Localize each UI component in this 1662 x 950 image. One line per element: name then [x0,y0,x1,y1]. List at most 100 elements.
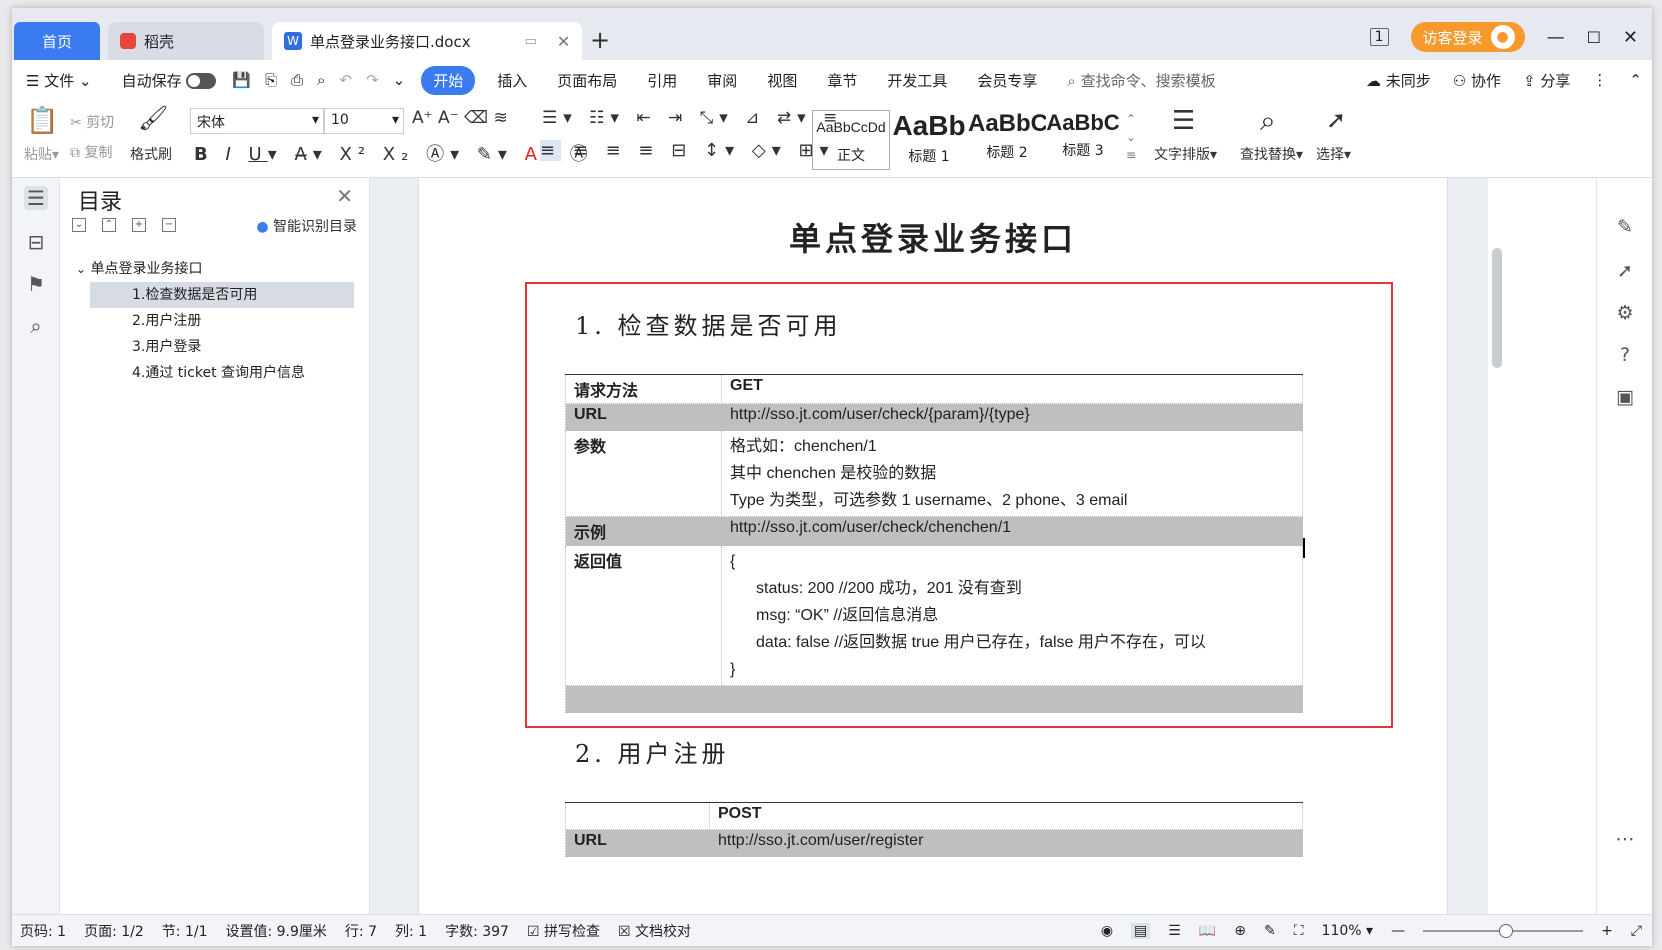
return-line: } [730,661,736,678]
tab-daoke[interactable]: 稻壳 [108,22,264,60]
menu-developer[interactable]: 开发工具 [887,70,947,91]
find-replace-button[interactable]: 查找替换▾ [1240,144,1303,164]
menu-page-layout[interactable]: 页面布局 [557,70,617,91]
zoom-out-icon[interactable]: — [1391,923,1405,939]
status-section: 节: 1/1 [161,923,208,940]
edit-pen-icon[interactable]: ✎ [1613,216,1637,238]
undo-icon[interactable]: ↶ [340,71,353,89]
format-painter-button[interactable]: 格式刷 [130,144,172,164]
select-button[interactable]: 选择▾ [1316,144,1351,164]
menu-start[interactable]: 开始 [421,65,476,95]
text-layout-icon[interactable]: ☰ [1172,106,1195,136]
command-search[interactable]: ⌕ 查找命令、搜索模板 [1067,70,1215,91]
toc-item-1[interactable]: 1.检查数据是否可用 [90,282,354,308]
workspace-icon[interactable]: 1 [1369,28,1389,46]
image-tool-icon[interactable]: ▣ [1613,386,1637,408]
paste-button[interactable]: 粘贴▾ [24,144,59,164]
autosave-toggle[interactable]: 自动保存 [122,70,217,91]
menu-chapter[interactable]: 章节 [827,70,857,91]
file-menu[interactable]: ☰ 文件 ⌄ [26,70,92,91]
zoom-slider[interactable] [1423,924,1584,938]
grow-font-icon[interactable]: A⁺ A⁻ ⌫ ≋ [412,108,508,128]
toc-item-2[interactable]: 2.用户注册 [90,308,361,334]
text-layout-button[interactable]: 文字排版▾ [1154,144,1217,164]
zoom-in-icon[interactable]: + [1601,923,1613,939]
smart-toc-button[interactable]: ● 智能识别目录 [256,216,357,236]
redo-icon[interactable]: ↷ [366,71,379,89]
toc-root-item[interactable]: ⌄ 单点登录业务接口 [72,256,361,282]
zoom-select[interactable]: 110% ▾ [1322,923,1374,939]
style-heading-1[interactable]: AaBb 标题 1 [890,110,968,170]
remove-level-icon[interactable]: − [162,218,176,232]
select-cursor-icon[interactable]: ➚ [1326,106,1346,134]
font-format-icons[interactable]: B I U▾ A̶▾ X² X₂ Ⓐ▾ ✎▾ A▾ Ⓐ [194,140,594,166]
new-tab-button[interactable]: + [590,26,610,54]
minimize-icon[interactable]: — [1547,27,1565,48]
zoom-slider-knob[interactable] [1499,924,1514,938]
collapse-all-icon[interactable]: ⌄ [72,218,86,232]
settings-sliders-icon[interactable]: ⚙ [1613,302,1637,324]
guest-login-button[interactable]: 访客登录 ● [1410,22,1525,52]
paragraph-icons-top[interactable]: ☰▾ ☷▾ ⇤ ⇥ ⤡▾ ⊿ ⇄▾ ≡ [542,108,843,128]
cut-button[interactable]: ✂ 剪切 [70,112,114,132]
print-icon[interactable]: ⎙ [291,71,303,89]
nav-pane-icon[interactable]: ⊟ [24,230,48,254]
maximize-icon[interactable]: ☐ [1587,28,1601,47]
style-normal[interactable]: AaBbCcDd 正文 [812,110,890,170]
share-button[interactable]: ⇪ 分享 [1523,70,1570,91]
more-tools-icon[interactable]: ⋯ [1613,828,1637,850]
proofread-button[interactable]: ☒ 文档校对 [618,921,691,941]
web-view-icon[interactable]: ⊕ [1234,923,1246,939]
menu-review[interactable]: 审阅 [707,70,737,91]
pen-view-icon[interactable]: ✎ [1264,923,1276,939]
status-words[interactable]: 字数: 397 [445,921,509,941]
font-size-select[interactable]: 10 ▾ [324,108,404,134]
font-name-select[interactable]: 宋体 ▾ [190,108,324,134]
fullscreen-icon[interactable]: ⤢ [1631,923,1642,939]
style-heading-3[interactable]: AaBbC 标题 3 [1044,110,1122,170]
preview-icon[interactable]: ⌕ [317,71,325,89]
more-icon[interactable]: ⋮ [1592,71,1607,89]
add-level-icon[interactable]: + [132,218,146,232]
paragraph-icons-bottom[interactable]: ≡ ≡ ≡ ≡ ⊟ ↕▾ ◇▾ ⊞▾ [540,140,835,161]
toc-close-icon[interactable]: ✕ [336,184,353,208]
toc-item-3[interactable]: 3.用户登录 [90,334,361,360]
scroll-thumb[interactable] [1492,248,1502,368]
tab-close-icon[interactable]: ✕ [557,32,570,51]
collapse-ribbon-icon[interactable]: ⌃ [1629,71,1642,89]
spell-check-button[interactable]: ☑ 拼写检查 [527,921,600,941]
tab-document[interactable]: W 单点登录业务接口.docx ▭ ✕ [272,22,582,60]
format-painter-icon[interactable]: 🖌 [138,104,168,132]
menu-view[interactable]: 视图 [767,70,797,91]
menu-member[interactable]: 会员专享 [977,70,1037,91]
more-quick-icon[interactable]: ⌄ [393,71,406,89]
sync-button[interactable]: ☁ 未同步 [1366,70,1431,91]
document-page[interactable]: 单点登录业务接口 1. 检查数据是否可用 请求方法 GET URL http:/… [418,178,1448,914]
page-view-icon[interactable]: ▤ [1131,923,1151,939]
format-icon[interactable]: ⎘ [265,71,277,89]
style-heading-2[interactable]: AaBbC 标题 2 [968,110,1046,170]
expand-up-icon[interactable]: ⌃ [102,218,116,232]
toc-item-4[interactable]: 4.通过 ticket 查询用户信息 [90,360,361,386]
reading-view-icon[interactable]: 📖 [1199,923,1216,939]
tab-pin-icon[interactable]: ▭ [525,34,537,49]
find-icon[interactable]: ⌕ [1260,104,1276,138]
collab-button[interactable]: ⚇ 协作 [1453,70,1501,91]
menu-reference[interactable]: 引用 [647,70,677,91]
menu-insert[interactable]: 插入 [497,70,527,91]
tab-home[interactable]: 首页 [14,22,100,60]
save-icon[interactable]: 💾 [232,71,251,89]
help-icon[interactable]: ? [1613,344,1637,366]
toc-panel-icon[interactable]: ☰ [24,186,48,210]
fit-page-icon[interactable]: ⛶ [1294,923,1304,939]
eye-icon[interactable]: ◉ [1101,923,1113,939]
pointer-icon[interactable]: ➚ [1613,260,1637,282]
paste-icon[interactable]: 📋 [26,106,58,136]
vertical-scrollbar[interactable] [1448,178,1502,914]
search-icon[interactable]: ⌕ [24,314,48,338]
outline-view-icon[interactable]: ☰ [1168,923,1181,939]
bookmark-icon[interactable]: ⚑ [24,272,48,296]
close-window-icon[interactable]: ✕ [1623,27,1638,48]
styles-scroll-icon[interactable]: ⌃ ⌄ ≡ [1126,110,1136,164]
copy-button[interactable]: ⧉ 复制 [70,142,112,162]
